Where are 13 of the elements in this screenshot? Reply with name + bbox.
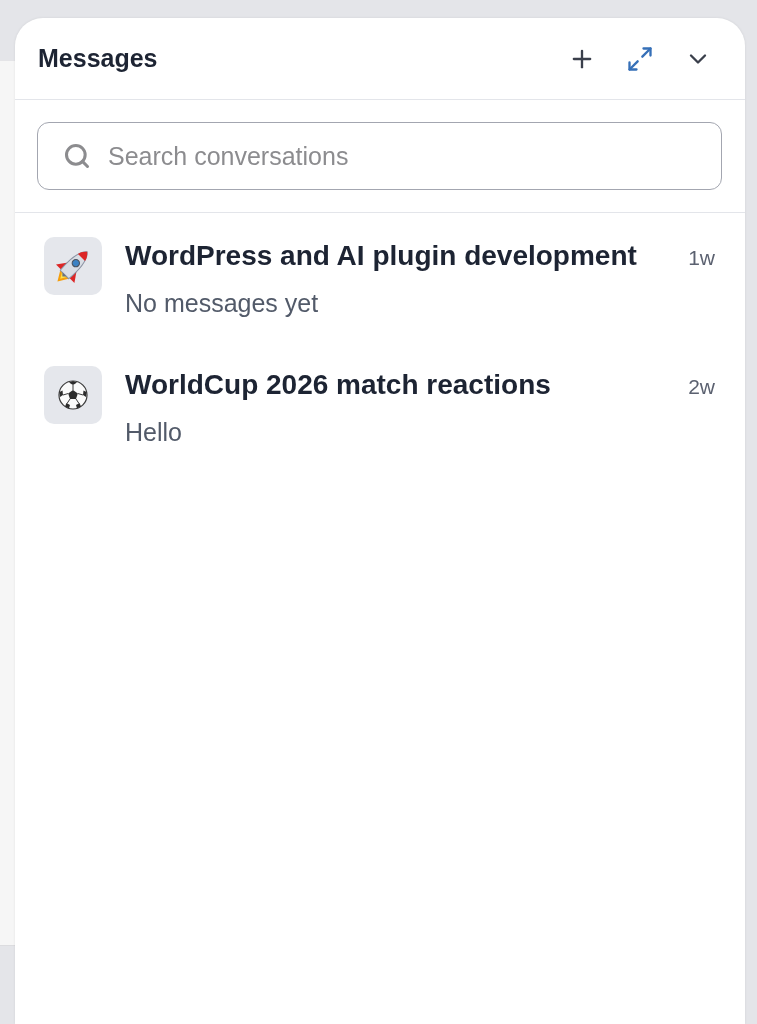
expand-icon bbox=[626, 44, 654, 73]
message-preview: Hello bbox=[125, 417, 183, 448]
panel-title: Messages bbox=[38, 44, 158, 73]
message-preview: No messages yet bbox=[125, 288, 320, 319]
conversation-time: 1w bbox=[688, 245, 715, 271]
conversation-title: WorldCup 2026 match reactions bbox=[125, 368, 551, 402]
search-icon bbox=[63, 142, 91, 170]
conversation-item[interactable]: WorldCup 2026 match reactions 2w Hello bbox=[44, 366, 715, 448]
search-field[interactable]: Search conversations bbox=[37, 122, 722, 190]
conversation-item[interactable]: WordPress and AI plugin development 1w No messages yet bbox=[44, 237, 715, 319]
conversation-time: 2w bbox=[688, 374, 715, 400]
conversation-title: WordPress and AI plugin development bbox=[125, 239, 637, 273]
rocket-icon bbox=[44, 237, 102, 295]
